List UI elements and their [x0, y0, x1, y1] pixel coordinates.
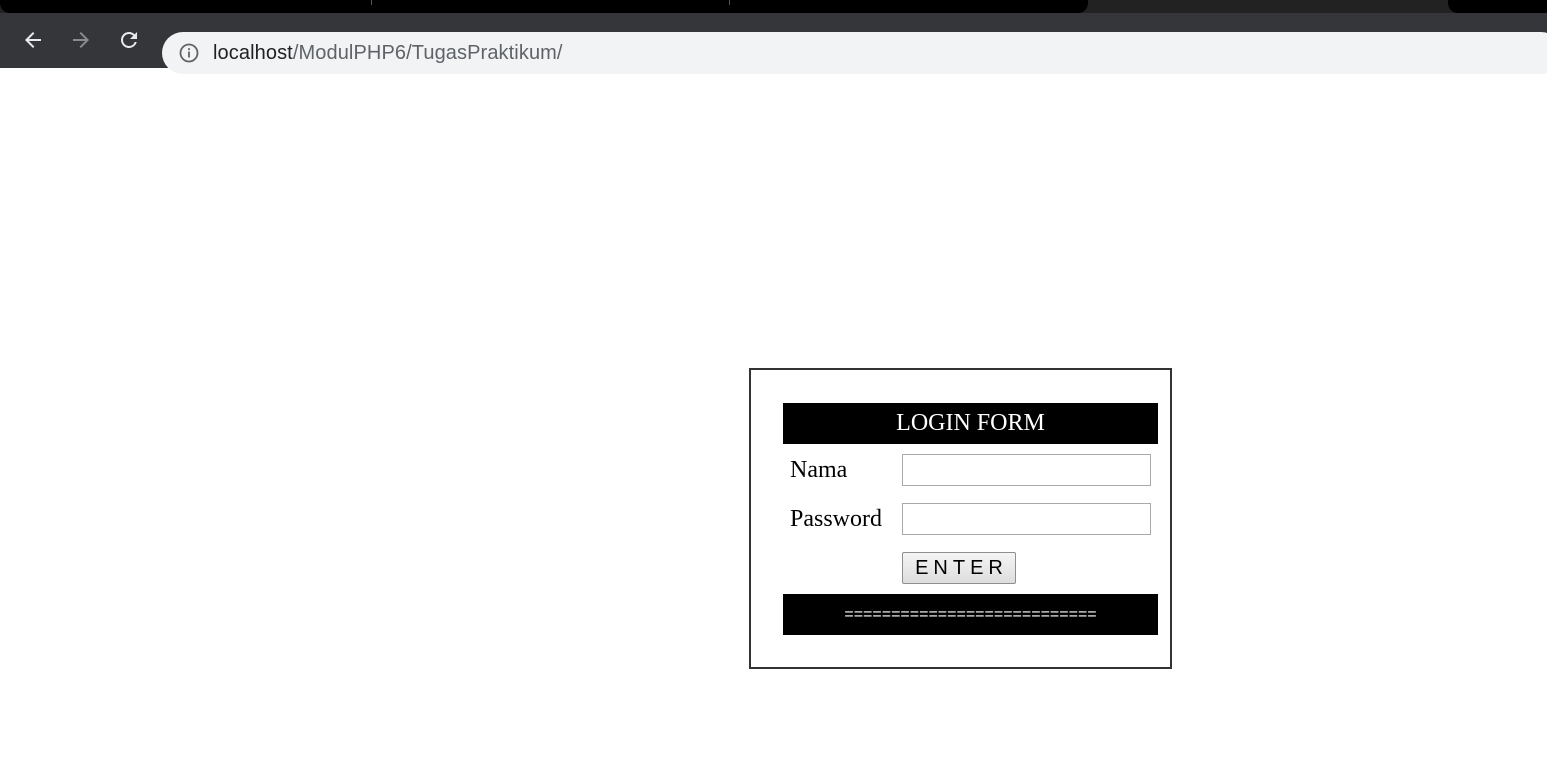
- tab-separator: [729, 0, 730, 5]
- back-button[interactable]: [18, 25, 48, 55]
- url-host: localhost: [213, 42, 293, 64]
- login-form-title: LOGIN FORM: [783, 403, 1158, 444]
- enter-button[interactable]: ENTER: [902, 552, 1016, 584]
- url-path: /ModulPHP6/TugasPraktikum/: [292, 42, 563, 64]
- password-label: Password: [790, 506, 883, 532]
- login-form: LOGIN FORM Nama Password ENTER =========…: [749, 368, 1172, 669]
- login-form-footer: ===========================: [783, 594, 1158, 635]
- url-text[interactable]: localhost/ModulPHP6/TugasPraktikum/: [213, 32, 563, 74]
- nama-input[interactable]: [902, 454, 1151, 486]
- browser-tab[interactable]: [0, 0, 1088, 13]
- info-icon[interactable]: [179, 43, 199, 63]
- address-bar[interactable]: localhost/ModulPHP6/TugasPraktikum/: [162, 32, 1547, 74]
- password-input[interactable]: [902, 503, 1151, 535]
- tab-separator: [371, 0, 372, 5]
- browser-toolbar: localhost/ModulPHP6/TugasPraktikum/: [0, 13, 1547, 74]
- browser-tab[interactable]: [1448, 0, 1547, 13]
- arrow-right-icon: [73, 32, 89, 48]
- nama-label: Nama: [790, 457, 848, 483]
- arrow-left-icon: [25, 32, 41, 48]
- forward-button[interactable]: [66, 25, 96, 55]
- reload-icon: [121, 32, 137, 48]
- reload-button[interactable]: [114, 25, 144, 55]
- tab-strip: [0, 0, 1547, 14]
